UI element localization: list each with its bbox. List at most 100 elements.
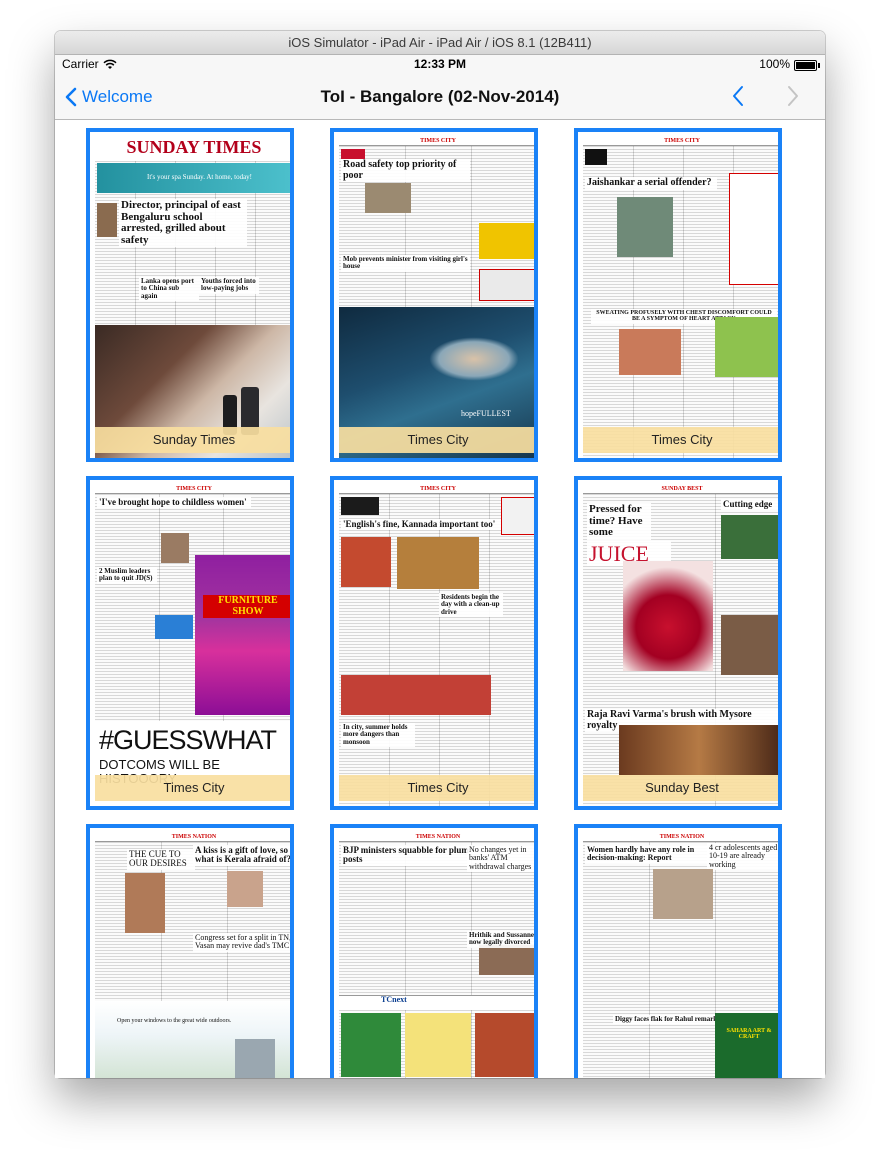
headline: 4 cr adolescents aged 10-19 are already … [707,843,778,871]
page-section-header: TIMES CITY [420,138,456,144]
page-caption: Times City [95,775,290,801]
page-thumbnail[interactable]: TIMES CITY Jaishankar a serial offender?… [574,128,782,462]
page-section-header: SUNDAY BEST [661,486,703,492]
ad-headline: #GUESSWHAT [99,725,277,755]
page-caption: Times City [339,427,534,453]
headline: Lanka opens port to China sub again [139,277,199,302]
lead-headline: BJP ministers squabble for plum posts [341,845,471,866]
ad-box [715,1013,778,1078]
lead-headline: Director, principal of east Bengaluru sc… [119,199,247,248]
newspaper-page: TIMES NATION BJP ministers squabble for … [339,833,534,1078]
page-caption: Sunday Times [95,427,290,453]
headline: Pressed for time? Have some [587,503,651,540]
photo [623,561,713,671]
headline: Youths forced into low-paying jobs [199,277,259,294]
ad-text: Open your windows to the great wide outd… [117,1018,232,1024]
page-thumbnail[interactable]: TIMES CITY 'English's fine, Kannada impo… [330,476,538,810]
page-thumbnail[interactable]: TIMES CITY 'I've brought hope to childle… [86,476,294,810]
battery-icon [794,60,820,71]
headline: No changes yet in banks' ATM withdrawal … [467,845,534,873]
ad-box [405,1013,471,1077]
page-section-header: TIMES CITY [176,486,212,492]
headline: Congress set for a split in TN, Vasan ma… [193,933,290,952]
ad-headline: FURNITURE SHOW [203,595,290,618]
photo [397,537,479,589]
photo [479,945,534,975]
ad-box [475,1013,534,1077]
headline: THE CUE TO OUR DESIRES [127,849,195,870]
page-section-header: TIMES CITY [420,486,456,492]
building-photo [235,1039,275,1078]
lead-headline: Women hardly have any role in decision-m… [585,845,709,864]
page-section-header: TIMES CITY [664,138,700,144]
previous-edition-button[interactable] [731,85,745,112]
photo [617,197,673,257]
headline: Diggy faces flak for Rahul remark [613,1015,727,1025]
ad-box [341,497,379,515]
headline: Hrithik and Sussanne now legally divorce… [467,931,534,948]
ad-photo [195,555,290,715]
photo [721,615,778,675]
next-edition-button[interactable] [786,85,800,112]
headline: Mob prevents minister from visiting girl… [341,255,470,272]
page-thumbnail[interactable]: TIMES CITY Road safety top priority of p… [330,128,538,462]
page-section-header: TIMES NATION [659,834,705,840]
status-time: 12:33 PM [413,57,467,71]
page-thumbnail[interactable]: TIMES NATION BJP ministers squabble for … [330,824,538,1078]
photo [227,871,263,907]
page-thumbnail[interactable]: TIMES NATION Women hardly have any role … [574,824,782,1078]
page-thumbnail[interactable]: TIMES NATION A kiss is a gift of love, s… [86,824,294,1078]
ad-box [341,1013,401,1077]
ad-logo: TCnext [381,995,407,1004]
newspaper-page: SUNDAY BEST Pressed for time? Have some … [583,485,778,806]
photo [619,725,778,775]
page-title: ToI - Bangalore (02-Nov-2014) [320,87,560,106]
lead-headline: Road safety top priority of poor [341,159,470,182]
ad-text: hopeFULLEST [461,409,511,418]
lead-headline: 'I've brought hope to childless women' [97,497,251,509]
photo [721,515,778,559]
ad-headline: SAHARA ART & CRAFT [726,1028,772,1041]
lead-headline: 'English's fine, Kannada important too' [341,519,515,531]
photo [341,537,391,587]
ad-box [479,269,534,301]
ad-box [729,173,778,285]
headline: In city, summer holds more dangers than … [341,723,415,748]
headline: 2 Muslim leaders plan to quit JD(S) [97,567,157,584]
photo [341,675,491,715]
newspaper-page: SUNDAY TIMES It's your spa Sunday. At ho… [95,137,290,458]
page-caption: Times City [339,775,534,801]
window-titlebar: iOS Simulator - iPad Air - iPad Air / iO… [55,31,825,55]
photo [653,869,713,919]
battery-percent: 100% [759,57,790,71]
swimmer-photo [429,337,519,381]
window-title: iOS Simulator - iPad Air - iPad Air / iO… [288,35,592,50]
ad-photo [619,329,681,375]
page-thumbnail-grid: SUNDAY TIMES It's your spa Sunday. At ho… [55,120,825,1078]
lead-headline: Jaishankar a serial offender? [585,177,717,190]
page-thumbnail[interactable]: SUNDAY BEST Pressed for time? Have some … [574,476,782,810]
status-bar: Carrier 12:33 PM 100% [55,55,825,75]
section-badge [585,149,607,165]
newspaper-page: TIMES CITY Road safety top priority of p… [339,137,534,458]
newspaper-page: TIMES CITY 'English's fine, Kannada impo… [339,485,534,806]
ad-box [715,317,778,377]
ad-box [155,615,193,639]
ad-box [501,497,534,535]
page-thumbnail[interactable]: SUNDAY TIMES It's your spa Sunday. At ho… [86,128,294,462]
chevron-right-icon [788,86,798,106]
section-badge [341,149,365,159]
page-caption: Times City [583,427,778,453]
lead-headline: A kiss is a gift of love, so what is Ker… [193,845,290,866]
newspaper-page: TIMES NATION A kiss is a gift of love, s… [95,833,290,1078]
simulator-window: iOS Simulator - iPad Air - iPad Air / iO… [55,31,825,1078]
masthead: SUNDAY TIMES [95,137,290,161]
newspaper-page: TIMES NATION Women hardly have any role … [583,833,778,1078]
headline: Cutting edge [721,499,778,511]
photo [125,873,165,933]
chevron-left-icon [733,86,743,106]
photo [97,203,117,237]
navigation-bar: Welcome ToI - Bangalore (02-Nov-2014) [55,75,825,120]
page-section-header: TIMES NATION [171,834,217,840]
page-section-header: TIMES NATION [415,834,461,840]
